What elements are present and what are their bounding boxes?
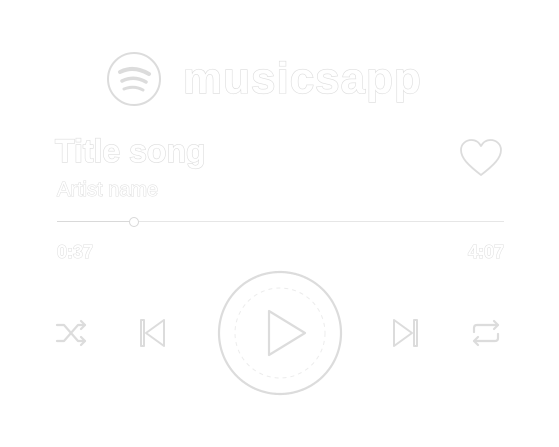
skip-next-icon [393,319,418,347]
progress-bar[interactable] [57,216,504,228]
repeat-icon [472,319,500,347]
spotify-logo-icon [105,50,163,108]
progress-fill [57,221,133,222]
next-button[interactable] [389,316,421,350]
app-name: musicsapp [182,53,422,103]
repeat-button[interactable] [468,318,504,348]
like-button[interactable] [458,138,504,178]
total-time: 4:07 [467,242,504,263]
skip-previous-icon [140,319,165,347]
shuffle-button[interactable] [54,318,88,348]
artist-name: Artist name [56,179,159,202]
previous-button[interactable] [137,316,169,350]
music-player: musicsapp Title song Artist name 0:37 4:… [0,0,559,447]
shuffle-icon [55,319,87,347]
play-icon [217,270,343,396]
heart-icon [460,139,502,176]
play-button[interactable] [215,268,345,398]
progress-handle[interactable] [128,217,139,227]
current-time: 0:37 [56,242,94,263]
song-title: Title song [54,132,206,169]
brand-header: musicsapp [105,50,445,110]
